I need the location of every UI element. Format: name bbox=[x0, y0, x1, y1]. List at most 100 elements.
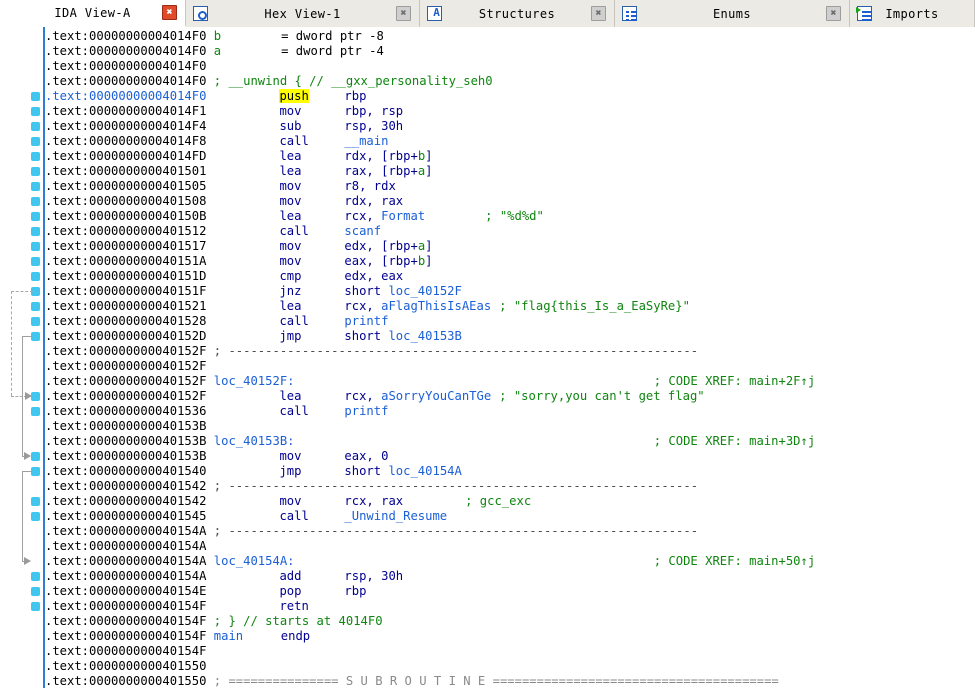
tab-structures[interactable]: Structures ✖ bbox=[420, 0, 615, 27]
operands[interactable]: rcx, aSorryYouCanTGe bbox=[344, 389, 491, 403]
line-address: .text:000000000040151F bbox=[45, 284, 207, 298]
operands[interactable]: short loc_40153B bbox=[344, 329, 461, 343]
comment-line[interactable]: .text:00000000004014F0 ; __unwind { // _… bbox=[45, 74, 493, 89]
operands[interactable]: rsp, 30h bbox=[344, 119, 403, 133]
operands[interactable]: scanf bbox=[344, 224, 381, 238]
operands[interactable]: rcx, Format bbox=[344, 209, 425, 223]
highlighted-mnemonic[interactable]: push bbox=[279, 89, 309, 103]
tab-imports[interactable]: Imports bbox=[850, 0, 975, 27]
code-label[interactable]: loc_40153B: bbox=[214, 434, 295, 448]
operands[interactable]: rcx, rax bbox=[344, 494, 403, 508]
line-address: .text:0000000000401501 bbox=[45, 164, 207, 178]
instruction-line[interactable]: .text:00000000004014F8 call __main bbox=[45, 134, 388, 149]
instruction-line[interactable]: .text:0000000000401528 call printf bbox=[45, 314, 388, 329]
instruction-line[interactable]: .text:0000000000401512 call scanf bbox=[45, 224, 381, 239]
separator-line[interactable]: .text:000000000040154A ; ---------------… bbox=[45, 524, 698, 539]
instruction-line[interactable]: .text:00000000004014FD lea rdx, [rbp+b] bbox=[45, 149, 433, 164]
blank-line[interactable]: .text:0000000000401550 bbox=[45, 659, 206, 674]
disassembly-pane[interactable]: .text:00000000004014F0 b = dword ptr -8 .t… bbox=[0, 27, 975, 688]
code-label[interactable]: loc_40154A: bbox=[214, 554, 295, 568]
stack-variable-line[interactable]: .text:00000000004014F0 b = dword ptr -8 bbox=[45, 29, 384, 44]
instruction-line[interactable]: .text:000000000040151D cmp edx, eax bbox=[45, 269, 403, 284]
tab-hex-view-1[interactable]: Hex View-1 ✖ bbox=[186, 0, 420, 27]
operands[interactable]: rsp, 30h bbox=[344, 569, 403, 583]
operands[interactable]: rax, [rbp+a] bbox=[344, 164, 432, 178]
operands[interactable]: eax, [rbp+b] bbox=[344, 254, 432, 268]
instruction-line[interactable]: .text:00000000004014F0 push rbp bbox=[45, 89, 366, 104]
line-address: .text:000000000040154F bbox=[45, 629, 207, 643]
blank-line[interactable]: .text:000000000040153B bbox=[45, 419, 206, 434]
operands[interactable]: rbp bbox=[344, 89, 366, 103]
comment-line[interactable]: .text:000000000040154F ; } // starts at … bbox=[45, 614, 383, 629]
code-label-line[interactable]: .text:000000000040154A loc_40154A: ; CODE… bbox=[45, 554, 815, 569]
tab-enums[interactable]: Enums ✖ bbox=[615, 0, 850, 27]
instruction-line[interactable]: .text:0000000000401501 lea rax, [rbp+a] bbox=[45, 164, 433, 179]
instruction-line[interactable]: .text:000000000040151F jnz short loc_40152… bbox=[45, 284, 462, 299]
operands[interactable]: __main bbox=[344, 134, 388, 148]
line-address: .text:000000000040154F bbox=[45, 599, 207, 613]
instruction-line[interactable]: .text:0000000000401542 mov rcx, rax ; gcc_e… bbox=[45, 494, 531, 509]
instruction-line[interactable]: .text:0000000000401521 lea rcx, aFlagThisI… bbox=[45, 299, 690, 314]
instruction-line[interactable]: .text:000000000040153B mov eax, 0 bbox=[45, 449, 388, 464]
instruction-line[interactable]: .text:0000000000401545 call _Unwind_Resume bbox=[45, 509, 447, 524]
operands[interactable]: edx, eax bbox=[344, 269, 403, 283]
instruction-line[interactable]: .text:000000000040154F retn bbox=[45, 599, 309, 614]
separator-line[interactable]: .text:0000000000401542 ; ---------------… bbox=[45, 479, 698, 494]
blank-line[interactable]: .text:000000000040152F bbox=[45, 359, 206, 374]
instruction-line[interactable]: .text:000000000040154A add rsp, 30h bbox=[45, 569, 403, 584]
function-end-line[interactable]: .text:000000000040154F main endp bbox=[45, 629, 310, 644]
subroutine-banner[interactable]: .text:0000000000401550 ; ===============… bbox=[45, 674, 779, 688]
instruction-line[interactable]: .text:000000000040154E pop rbp bbox=[45, 584, 366, 599]
mnemonic: cmp bbox=[279, 269, 302, 283]
close-icon[interactable]: ✖ bbox=[591, 6, 606, 21]
flow-arrow-vertical bbox=[11, 291, 12, 396]
code-label-line[interactable]: .text:000000000040152F loc_40152F: ; CODE… bbox=[45, 374, 815, 389]
instruction-line[interactable]: .text:0000000000401508 mov rdx, rax bbox=[45, 194, 403, 209]
code-label[interactable]: loc_40152F: bbox=[214, 374, 295, 388]
blank-line[interactable]: .text:00000000004014F0 bbox=[45, 59, 206, 74]
operands[interactable]: _Unwind_Resume bbox=[344, 509, 447, 523]
line-address: .text:0000000000401517 bbox=[45, 239, 207, 253]
instruction-line[interactable]: .text:000000000040150B lea rcx, Format ; "%… bbox=[45, 209, 544, 224]
instruction-line[interactable]: .text:000000000040152D jmp short loc_40153… bbox=[45, 329, 462, 344]
operands[interactable]: printf bbox=[344, 404, 388, 418]
blank-line[interactable]: .text:000000000040154F bbox=[45, 644, 206, 659]
instruction-line[interactable]: .text:0000000000401517 mov edx, [rbp+a] bbox=[45, 239, 433, 254]
operands[interactable]: short loc_40154A bbox=[344, 464, 461, 478]
instruction-line[interactable]: .text:0000000000401540 jmp short loc_40154… bbox=[45, 464, 462, 479]
close-icon[interactable]: ✖ bbox=[826, 6, 841, 21]
operands[interactable]: rbp, rsp bbox=[344, 104, 403, 118]
operands[interactable]: edx, [rbp+a] bbox=[344, 239, 432, 253]
close-icon[interactable]: ✖ bbox=[162, 5, 177, 20]
code-label-line[interactable]: .text:000000000040153B loc_40153B: ; CODE… bbox=[45, 434, 815, 449]
operands[interactable]: printf bbox=[344, 314, 388, 328]
xref-comment: ; CODE XREF: main+2F↑j bbox=[653, 374, 816, 388]
operands[interactable]: rdx, rax bbox=[344, 194, 403, 208]
operands[interactable]: rdx, [rbp+b] bbox=[344, 149, 432, 163]
operands[interactable]: short loc_40152F bbox=[344, 284, 461, 298]
operands[interactable]: r8, rdx bbox=[344, 179, 395, 193]
operands[interactable]: rcx, aFlagThisIsAEas bbox=[344, 299, 491, 313]
tab-label: Hex View-1 bbox=[264, 6, 341, 21]
instruction-line[interactable]: .text:00000000004014F1 mov rbp, rsp bbox=[45, 104, 403, 119]
blank-line[interactable]: .text:000000000040154A bbox=[45, 539, 206, 554]
mnemonic: lea bbox=[279, 149, 302, 163]
stack-variable-line[interactable]: .text:00000000004014F0 a = dword ptr -4 bbox=[45, 44, 384, 59]
instruction-marker-dot bbox=[31, 197, 40, 206]
instruction-line[interactable]: .text:0000000000401505 mov r8, rdx bbox=[45, 179, 396, 194]
line-address: .text:00000000004014F1 bbox=[45, 104, 207, 118]
close-icon[interactable]: ✖ bbox=[396, 6, 411, 21]
separator-line[interactable]: .text:000000000040152F ; ---------------… bbox=[45, 344, 698, 359]
function-name[interactable]: main bbox=[214, 629, 243, 643]
instruction-line[interactable]: .text:000000000040151A mov eax, [rbp+b] bbox=[45, 254, 433, 269]
instruction-line[interactable]: .text:00000000004014F4 sub rsp, 30h bbox=[45, 119, 403, 134]
line-address: .text:0000000000401540 bbox=[45, 464, 207, 478]
instruction-line[interactable]: .text:000000000040152F lea rcx, aSorryYouC… bbox=[45, 389, 705, 404]
line-address: .text:0000000000401528 bbox=[45, 314, 207, 328]
operands[interactable]: eax, 0 bbox=[344, 449, 388, 463]
operands[interactable]: rbp bbox=[344, 584, 366, 598]
disassembly-listing[interactable]: .text:00000000004014F0 b = dword ptr -8 .t… bbox=[45, 27, 975, 688]
tab-ida-view-a[interactable]: IDA View-A ✖ bbox=[0, 0, 186, 27]
instruction-line[interactable]: .text:0000000000401536 call printf bbox=[45, 404, 388, 419]
flow-arrow-head bbox=[24, 452, 31, 460]
